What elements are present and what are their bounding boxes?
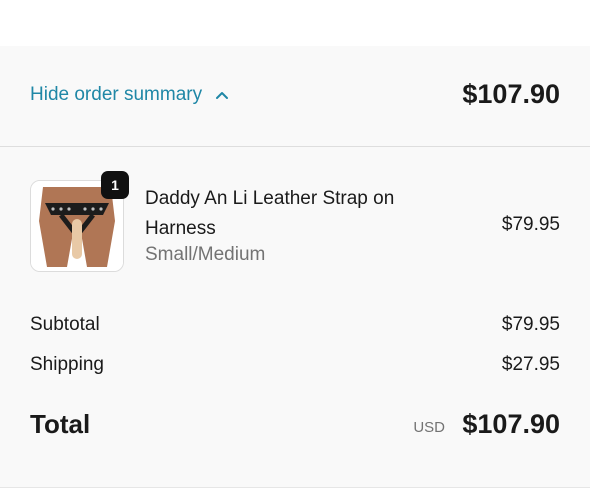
chevron-up-icon	[214, 87, 230, 103]
total-currency: USD	[413, 419, 445, 436]
product-name: Daddy An Li Leather Strap on Harness	[145, 188, 395, 239]
shipping-label: Shipping	[30, 354, 104, 375]
total-row: Total USD $107.90	[30, 409, 560, 443]
line-item: 1 Daddy An Li Leather Strap on Harness S…	[30, 171, 560, 272]
quantity-badge: 1	[101, 171, 129, 199]
header-total-amount: $107.90	[462, 79, 560, 109]
order-summary-panel: Hide order summary $107.90 1 Daddy An Li…	[0, 46, 590, 488]
subtotal-label: Subtotal	[30, 314, 100, 335]
order-summary-toggle-row[interactable]: Hide order summary $107.90	[0, 46, 590, 147]
product-price: $79.95	[501, 214, 560, 235]
total-amount: $107.90	[462, 409, 560, 439]
toggle-label: Hide order summary	[30, 84, 203, 105]
total-label: Total	[30, 409, 91, 439]
shipping-value: $27.95	[501, 354, 560, 375]
page-top-spacer	[0, 0, 590, 46]
product-variant: Small/Medium	[145, 244, 266, 265]
hide-order-summary-link[interactable]: Hide order summary	[30, 84, 230, 106]
subtotal-value: $79.95	[501, 314, 560, 335]
page-bottom-spacer	[0, 488, 590, 500]
